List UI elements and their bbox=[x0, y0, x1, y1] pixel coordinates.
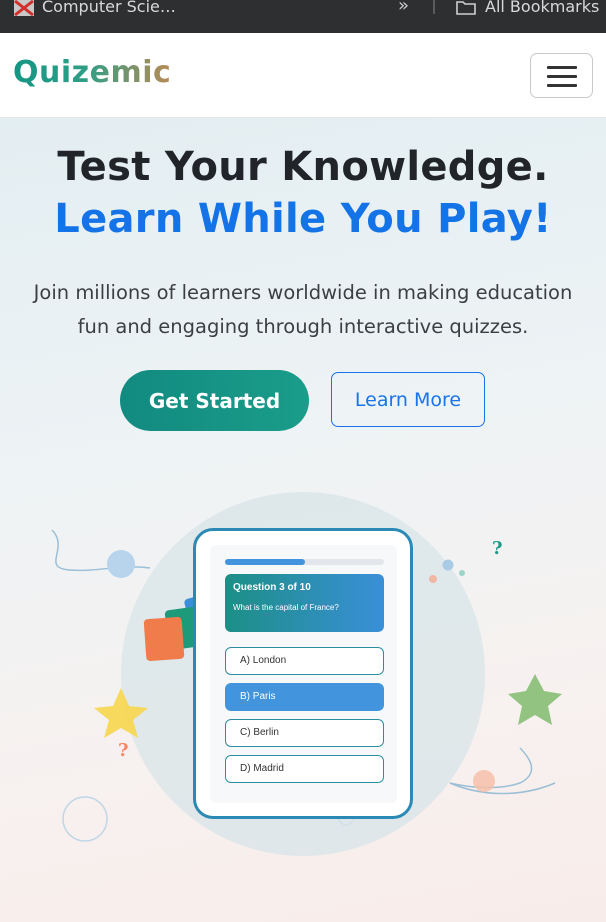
question-text: What is the capital of France? bbox=[233, 603, 339, 612]
decor-ring bbox=[62, 796, 108, 842]
answer-option[interactable]: C) Berlin bbox=[225, 719, 384, 747]
tab-favicon-icon bbox=[14, 0, 34, 16]
question-mark-icon: ? bbox=[492, 538, 503, 559]
decor-dot bbox=[429, 575, 437, 583]
question-number: Question 3 of 10 bbox=[233, 582, 311, 593]
quiz-screen: Question 3 of 10 What is the capital of … bbox=[210, 545, 397, 803]
decor-dot bbox=[442, 559, 454, 571]
decor-dot bbox=[107, 550, 135, 578]
decor-card-orange bbox=[143, 616, 185, 662]
quiz-progress-fill bbox=[225, 559, 305, 565]
question-card: Question 3 of 10 What is the capital of … bbox=[225, 574, 384, 632]
brand-logo[interactable]: Quizemic bbox=[13, 55, 171, 90]
answer-option[interactable]: B) Paris bbox=[225, 683, 384, 711]
quiz-progress-bar bbox=[225, 559, 384, 565]
chevron-double-right-icon[interactable]: » bbox=[398, 0, 409, 16]
answer-option[interactable]: D) Madrid bbox=[225, 755, 384, 783]
navbar-toggler-button[interactable] bbox=[530, 53, 593, 98]
star-icon bbox=[508, 674, 562, 725]
answer-option[interactable]: A) London bbox=[225, 647, 384, 675]
phone-mockup: Question 3 of 10 What is the capital of … bbox=[193, 528, 413, 819]
navbar: Quizemic bbox=[0, 33, 606, 118]
decor-curve-left bbox=[51, 529, 151, 572]
folder-icon bbox=[456, 1, 476, 15]
bookmarks-divider bbox=[433, 0, 435, 14]
hero-headline-line1: Test Your Knowledge. bbox=[57, 144, 549, 190]
bookmarks-bar: Computer Scie… » All Bookmarks bbox=[0, 0, 606, 33]
hamburger-menu-icon bbox=[547, 66, 577, 69]
decor-dot bbox=[459, 570, 465, 576]
question-mark-icon: ? bbox=[118, 740, 129, 761]
decor-dot bbox=[473, 770, 495, 792]
hero-lead-text: Join millions of learners worldwide in m… bbox=[33, 281, 573, 338]
bookmark-computer-science[interactable]: Computer Scie… bbox=[42, 0, 176, 16]
all-bookmarks-button[interactable]: All Bookmarks bbox=[485, 0, 599, 16]
get-started-button[interactable]: Get Started bbox=[120, 370, 309, 431]
hero-headline-line2: Learn While You Play! bbox=[54, 196, 552, 242]
learn-more-button[interactable]: Learn More bbox=[331, 372, 485, 427]
